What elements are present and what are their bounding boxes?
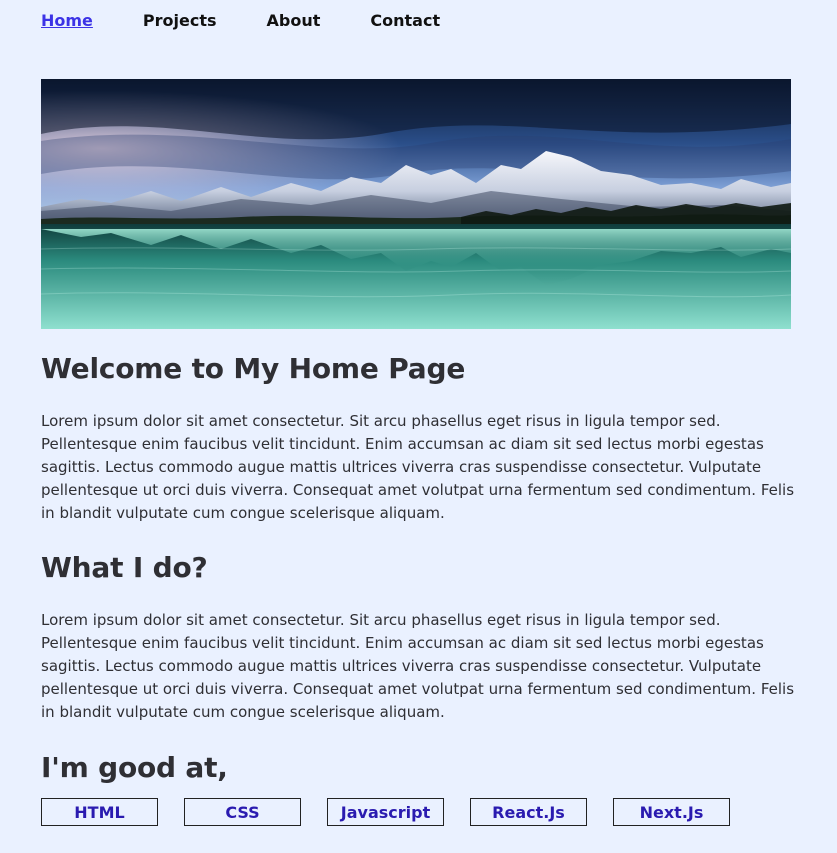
skill-javascript-button[interactable]: Javascript: [327, 798, 444, 826]
nav-contact-link[interactable]: Contact: [370, 10, 440, 32]
page-title: Welcome to My Home Page: [41, 352, 466, 385]
top-nav: Home Projects About Contact: [41, 10, 490, 32]
what-i-do-heading: What I do?: [41, 551, 208, 584]
page: Home Projects About Contact Welcome to M…: [0, 0, 837, 853]
what-i-do-paragraph: Lorem ipsum dolor sit amet consectetur. …: [41, 611, 795, 721]
skill-react-button[interactable]: React.Js: [470, 798, 587, 826]
skill-next-button[interactable]: Next.Js: [613, 798, 730, 826]
skill-html-button[interactable]: HTML: [41, 798, 158, 826]
skills-list: HTML CSS Javascript React.Js Next.Js: [41, 798, 730, 826]
nav-home-link[interactable]: Home: [41, 10, 93, 32]
nav-about-link[interactable]: About: [267, 10, 321, 32]
mountain-lake-image: [41, 79, 791, 329]
skills-heading: I'm good at,: [41, 751, 228, 784]
welcome-paragraph: Lorem ipsum dolor sit amet consectetur. …: [41, 412, 795, 522]
hero-image: [41, 79, 791, 329]
skill-css-button[interactable]: CSS: [184, 798, 301, 826]
nav-projects-link[interactable]: Projects: [143, 10, 217, 32]
